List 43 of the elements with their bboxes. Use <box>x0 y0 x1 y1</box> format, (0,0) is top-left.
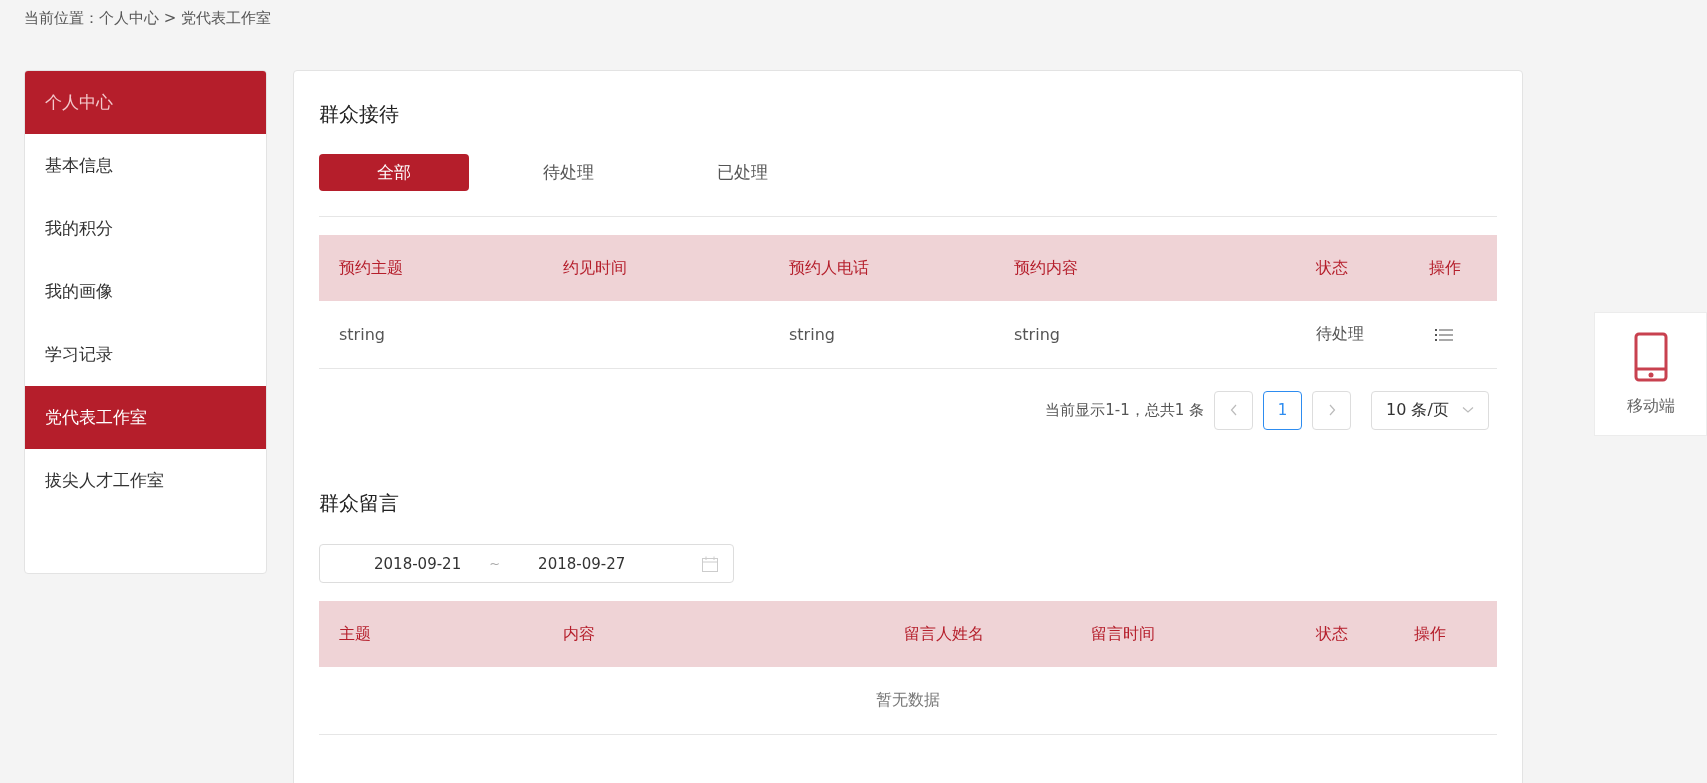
mobile-link[interactable]: 移动端 <box>1594 312 1707 436</box>
empty-message: 暂无数据 <box>876 690 940 711</box>
column-header: 状态 <box>1316 623 1348 643</box>
table-cell: string <box>789 325 835 344</box>
page-button[interactable]: 1 <box>1263 390 1302 430</box>
filter-tab[interactable]: 全部 <box>319 154 469 191</box>
page-size-select[interactable]: 10 条/页 <box>1371 390 1489 430</box>
column-header: 操作 <box>1429 257 1461 277</box>
column-header: 内容 <box>563 623 595 643</box>
section-title: 群众留言 <box>319 490 400 517</box>
column-header: 主题 <box>339 623 371 643</box>
table-cell: string <box>1014 325 1060 344</box>
filter-tab[interactable]: 已处理 <box>667 154 817 191</box>
next-page-button[interactable] <box>1312 390 1351 430</box>
column-header: 约见时间 <box>563 257 627 277</box>
sidebar-item[interactable]: 拔尖人才工作室 <box>25 449 266 512</box>
column-header: 状态 <box>1316 257 1348 277</box>
chevron-right-icon <box>1327 404 1336 416</box>
list-icon[interactable] <box>1435 327 1453 342</box>
column-header: 操作 <box>1414 623 1446 643</box>
date-range-field[interactable]: 2018-09-21 ~ 2018-09-27 <box>319 544 734 583</box>
column-header: 预约人电话 <box>789 257 869 277</box>
sidebar-item[interactable]: 学习记录 <box>25 323 266 386</box>
table-cell: string <box>339 325 385 344</box>
phone-icon <box>1633 331 1668 382</box>
sidebar-item[interactable]: 我的积分 <box>25 197 266 260</box>
sidebar-item[interactable]: 基本信息 <box>25 134 266 197</box>
previous-page-button[interactable] <box>1214 390 1253 430</box>
chevron-left-icon <box>1229 404 1238 416</box>
column-header: 留言时间 <box>1091 623 1155 643</box>
calendar-icon <box>701 555 719 572</box>
breadcrumb: 当前位置：个人中心 > 党代表工作室 <box>24 9 272 28</box>
section-title: 群众接待 <box>319 101 400 128</box>
filter-tab[interactable]: 待处理 <box>493 154 643 191</box>
sidebar-header: 个人中心 <box>25 71 266 134</box>
sidebar-item[interactable]: 我的画像 <box>25 260 266 323</box>
column-header: 留言人姓名 <box>904 623 984 643</box>
status-text: 待处理 <box>1316 324 1364 345</box>
column-header: 预约主题 <box>339 257 403 277</box>
column-header: 预约内容 <box>1014 257 1078 277</box>
pagination-summary: 当前显示1-1，总共1 条 <box>1045 400 1204 420</box>
caret-icon <box>1462 406 1474 414</box>
sidebar-item[interactable]: 党代表工作室 <box>25 386 266 449</box>
